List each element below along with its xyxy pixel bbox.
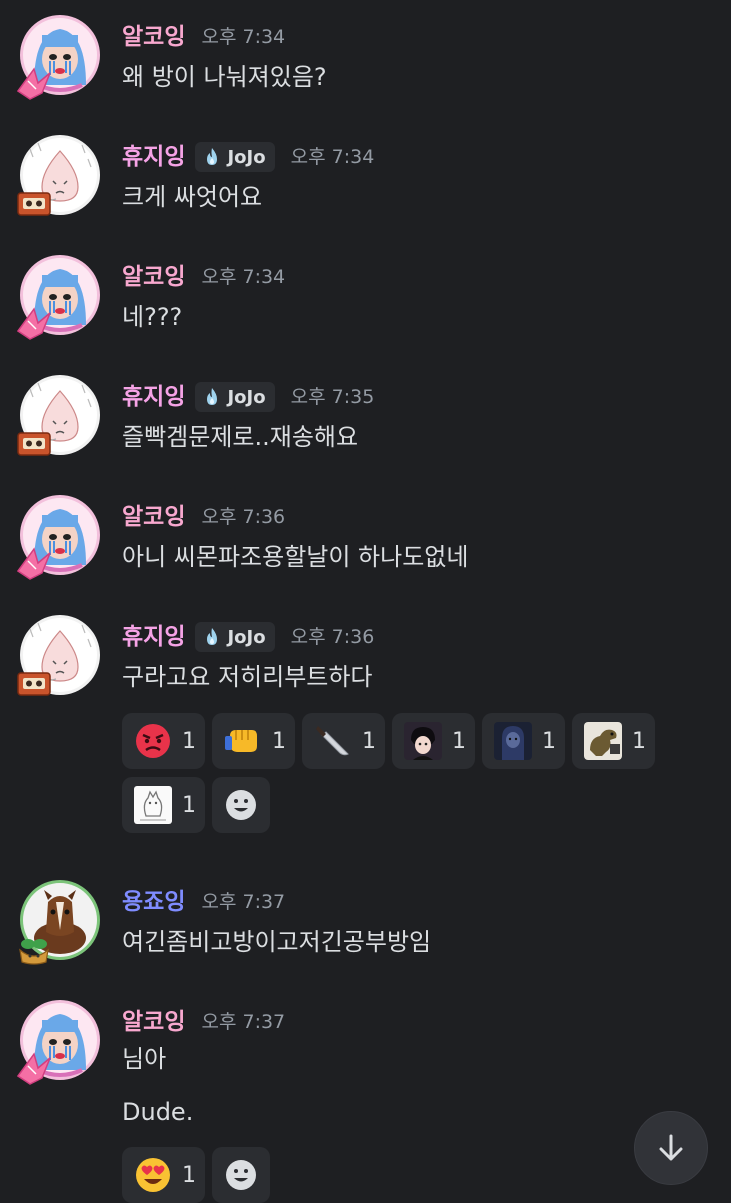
arrow-down-icon [659, 1134, 683, 1161]
reaction-fist[interactable]: 1 [212, 713, 295, 769]
avatar[interactable] [20, 1000, 100, 1080]
reaction-anime-character[interactable]: 1 [392, 713, 475, 769]
add-reaction-button[interactable] [212, 777, 270, 833]
reaction-dinosaur[interactable]: 1 [572, 713, 655, 769]
username[interactable]: 알코잉 [122, 22, 185, 52]
message-header: 알코잉 오후 7:36 [122, 502, 285, 532]
cassette-decoration-icon [16, 427, 52, 461]
message-text: 여긴좀비고방이고저긴공부방임 [122, 928, 432, 956]
plant-pot-decoration-icon [16, 932, 52, 966]
server-tag[interactable]: JoJo [195, 142, 275, 172]
timestamp: 오후 7:36 [290, 626, 375, 648]
server-tag[interactable]: JoJo [195, 622, 275, 652]
reaction-sketch-sticker[interactable]: 1 [122, 777, 205, 833]
sketch-sticker-icon [134, 786, 172, 824]
message-header: 용죠잉 오후 7:37 [122, 887, 285, 917]
jump-to-latest-button[interactable] [634, 1111, 708, 1185]
server-tag-label: JoJo [227, 626, 266, 648]
timestamp: 오후 7:35 [290, 386, 375, 408]
reaction-heart-eyes[interactable]: 1 [122, 1147, 205, 1203]
username[interactable]: 휴지잉 [122, 382, 185, 412]
message-text: 네??? [122, 303, 183, 331]
message-text: 즐빡겜문제로..재송해요 [122, 423, 359, 451]
dinosaur-icon [584, 722, 622, 760]
avatar[interactable] [20, 495, 100, 575]
message-text: 구라고요 저히리부트하다 [122, 663, 373, 691]
message-header: 휴지잉 JoJo 오후 7:35 [122, 382, 374, 412]
reaction-count: 1 [362, 728, 376, 754]
username[interactable]: 알코잉 [122, 1007, 185, 1037]
reaction-count: 1 [182, 1162, 196, 1188]
avatar[interactable] [20, 255, 100, 335]
message-header: 알코잉 오후 7:34 [122, 22, 285, 52]
cassette-decoration-icon [16, 667, 52, 701]
username[interactable]: 용죠잉 [122, 887, 185, 917]
avatar[interactable] [20, 15, 100, 95]
avatar[interactable] [20, 880, 100, 960]
server-tag-label: JoJo [227, 146, 266, 168]
timestamp: 오후 7:34 [201, 26, 286, 48]
message-header: 휴지잉 JoJo 오후 7:36 [122, 622, 374, 652]
flame-icon [203, 387, 221, 407]
heart-eyes-face-icon [136, 1158, 170, 1192]
avatar[interactable] [20, 135, 100, 215]
username[interactable]: 휴지잉 [122, 622, 185, 652]
flame-icon [203, 147, 221, 167]
username[interactable]: 휴지잉 [122, 142, 185, 172]
timestamp: 오후 7:37 [201, 1011, 286, 1033]
timestamp: 오후 7:34 [201, 266, 286, 288]
message-text: 님아 [122, 1045, 167, 1073]
avatar-decoration-icon [16, 547, 52, 581]
reaction-count: 1 [632, 728, 646, 754]
message-header: 알코잉 오후 7:37 [122, 1007, 285, 1037]
smiley-add-reaction-icon [224, 788, 258, 822]
avatar[interactable] [20, 615, 100, 695]
message-text: 크게 싸엇어요 [122, 183, 263, 211]
username[interactable]: 알코잉 [122, 502, 185, 532]
reaction-count: 1 [452, 728, 466, 754]
reaction-dark-character[interactable]: 1 [482, 713, 565, 769]
username[interactable]: 알코잉 [122, 262, 185, 292]
cassette-decoration-icon [16, 187, 52, 221]
timestamp: 오후 7:34 [290, 146, 375, 168]
server-tag[interactable]: JoJo [195, 382, 275, 412]
timestamp: 오후 7:37 [201, 891, 286, 913]
fist-icon [225, 730, 257, 752]
message-text: 왜 방이 나눠져있음? [122, 63, 327, 91]
message-text: Dude. [122, 1098, 194, 1126]
timestamp: 오후 7:36 [201, 506, 286, 528]
message-header: 휴지잉 JoJo 오후 7:34 [122, 142, 374, 172]
dark-character-icon [494, 722, 532, 760]
reaction-count: 1 [272, 728, 286, 754]
reaction-angry[interactable]: 1 [122, 713, 205, 769]
message-header: 알코잉 오후 7:34 [122, 262, 285, 292]
add-reaction-button[interactable] [212, 1147, 270, 1203]
angry-face-icon [136, 724, 170, 758]
smiley-add-reaction-icon [224, 1158, 258, 1192]
avatar-decoration-icon [16, 1052, 52, 1086]
reaction-count: 1 [542, 728, 556, 754]
avatar-decoration-icon [16, 67, 52, 101]
anime-character-icon [404, 722, 442, 760]
server-tag-label: JoJo [227, 386, 266, 408]
avatar-decoration-icon [16, 307, 52, 341]
reaction-knife[interactable]: 1 [302, 713, 385, 769]
message-text: 아니 씨몬파조용할날이 하나도없네 [122, 543, 469, 571]
reaction-count: 1 [182, 792, 196, 818]
reaction-count: 1 [182, 728, 196, 754]
knife-icon [316, 726, 349, 756]
avatar[interactable] [20, 375, 100, 455]
flame-icon [203, 627, 221, 647]
